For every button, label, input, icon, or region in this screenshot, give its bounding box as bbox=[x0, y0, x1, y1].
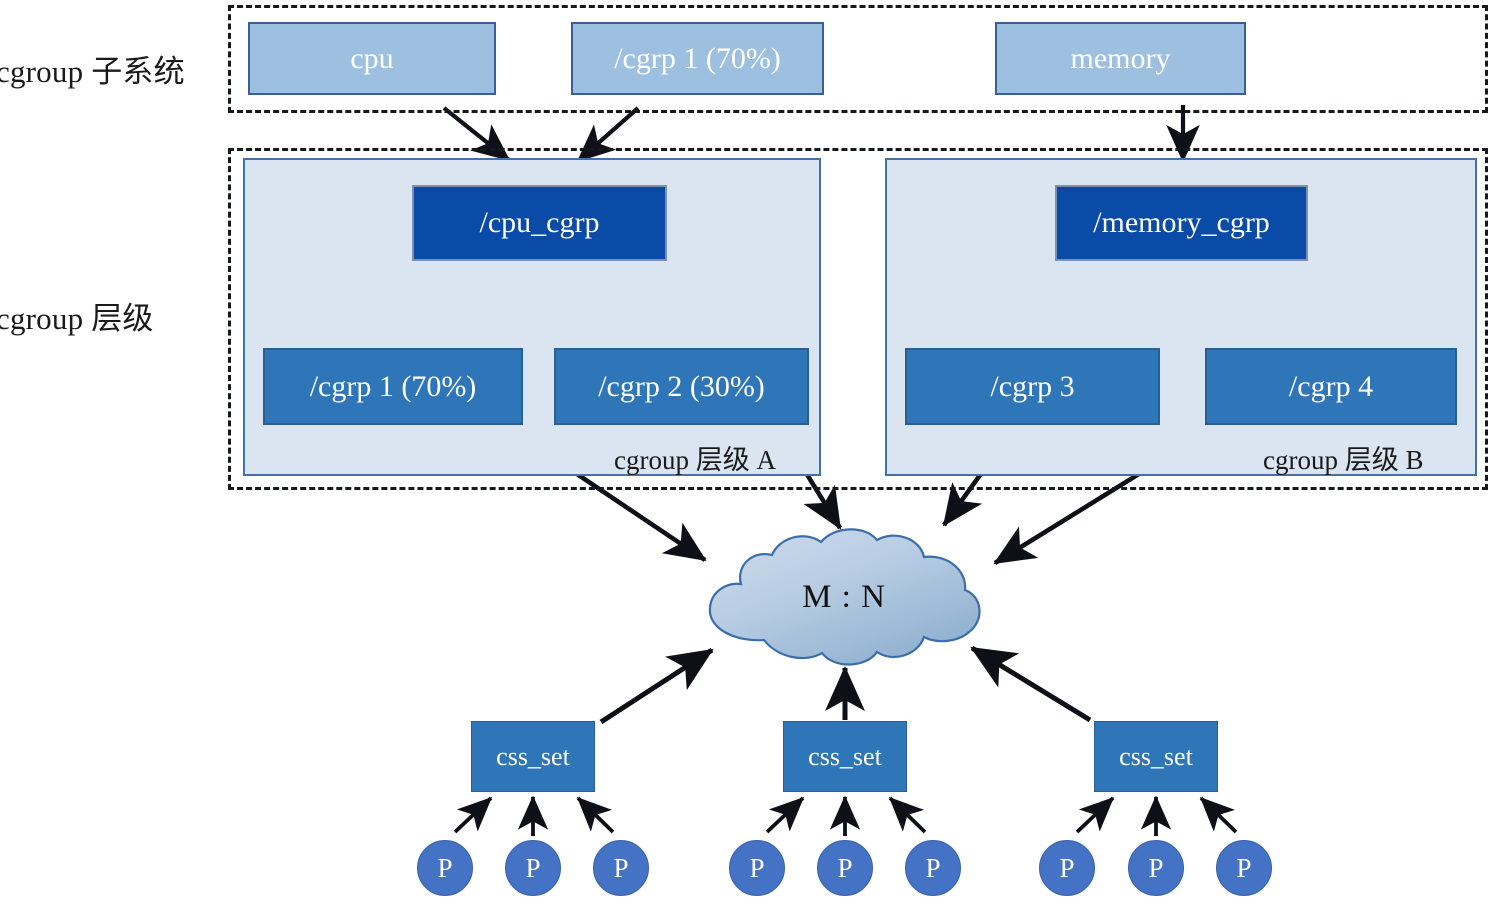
css-set-box-3[interactable]: css_set bbox=[1094, 721, 1218, 792]
arrow-p9-to-css-set-3 bbox=[1199, 796, 1238, 834]
cgroup-node-cgrp3[interactable]: /cgrp 3 bbox=[905, 348, 1160, 425]
process-circle-p8[interactable]: P bbox=[1128, 840, 1184, 896]
subsystem-box-memory[interactable]: memory bbox=[995, 22, 1246, 95]
subsystem-box-cgrp1[interactable]: /cgrp 1 (70%) bbox=[571, 22, 824, 95]
process-circle-p4[interactable]: P bbox=[729, 840, 785, 896]
cloud-label: M : N bbox=[802, 578, 886, 615]
cgroup-node-cgrp4[interactable]: /cgrp 4 bbox=[1205, 348, 1457, 425]
process-circle-p7[interactable]: P bbox=[1039, 840, 1095, 896]
process-circle-p3[interactable]: P bbox=[593, 840, 649, 896]
hierarchy-caption-a: cgroup 层级 A bbox=[614, 445, 776, 475]
css-set-box-2[interactable]: css_set bbox=[783, 721, 907, 792]
section-label-subsystem: cgroup 子系统 bbox=[0, 54, 185, 89]
arrow-p1-to-css-set-1 bbox=[453, 796, 493, 834]
process-circle-p6[interactable]: P bbox=[905, 840, 961, 896]
arrow-p3-to-css-set-1 bbox=[576, 796, 615, 834]
cgroup-root-memory-cgrp[interactable]: /memory_cgrp bbox=[1055, 185, 1308, 261]
process-circle-p1[interactable]: P bbox=[417, 840, 473, 896]
process-circle-p9[interactable]: P bbox=[1216, 840, 1272, 896]
cgroup-node-cgrp1[interactable]: /cgrp 1 (70%) bbox=[263, 348, 523, 425]
section-label-hierarchy: cgroup 层级 bbox=[0, 301, 154, 336]
mn-cloud: M : N bbox=[694, 522, 994, 672]
arrow-p7-to-css-set-3 bbox=[1075, 796, 1115, 834]
process-circle-p2[interactable]: P bbox=[505, 840, 561, 896]
arrow-p4-to-css-set-2 bbox=[765, 796, 805, 834]
process-circle-p5[interactable]: P bbox=[817, 840, 873, 896]
subsystem-box-cpu[interactable]: cpu bbox=[248, 22, 496, 95]
hierarchy-caption-b: cgroup 层级 B bbox=[1263, 445, 1424, 475]
diagram-canvas: cgroup 子系统 cgroup 层级 cpu /cgrp 1 (70%) m… bbox=[0, 0, 1500, 907]
arrow-p6-to-css-set-2 bbox=[888, 796, 927, 834]
cgroup-root-cpu-cgrp[interactable]: /cpu_cgrp bbox=[412, 185, 667, 261]
css-set-box-1[interactable]: css_set bbox=[471, 721, 595, 792]
cgroup-node-cgrp2[interactable]: /cgrp 2 (30%) bbox=[554, 348, 809, 425]
